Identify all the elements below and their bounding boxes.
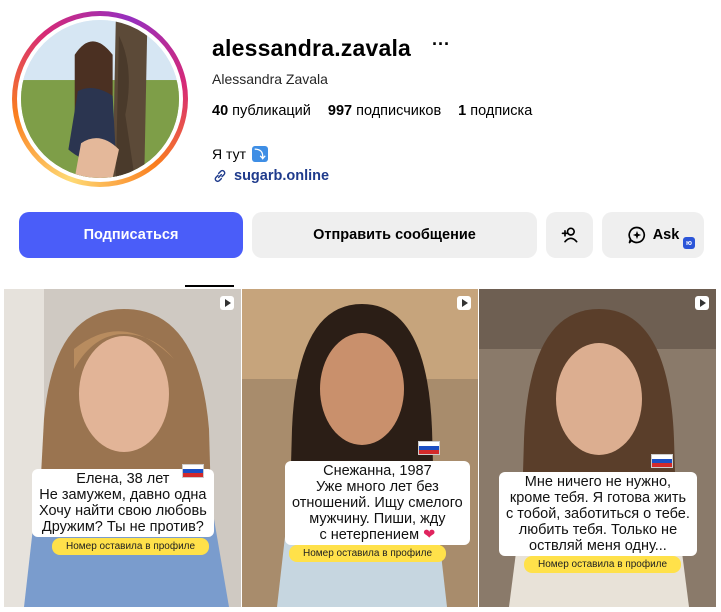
send-message-button[interactable]: Отправить сообщение [252,212,537,258]
more-options-icon[interactable]: ··· [432,34,450,55]
profile-full-name: Alessandra Zavala [212,71,328,87]
follow-button[interactable]: Подписаться [19,212,243,258]
followers-count-label: подписчиков [356,103,442,119]
posts-count: 40 публикаций [212,103,311,119]
link-icon [214,169,226,183]
caption-line: кроме тебя. Я готова жить [509,490,687,506]
heart-emoji-icon: ❤ [423,527,436,543]
reel-icon [220,296,234,310]
suggest-user-button[interactable] [546,212,593,258]
reel-icon [457,296,471,310]
ask-ai-button[interactable]: Ask ю [602,212,704,258]
caption-line: Мне ничего не нужно, [524,474,672,490]
active-tab-indicator [185,285,234,287]
avatar [21,20,179,178]
following-count[interactable]: 1 подписка [458,103,532,119]
post-caption: Елена, 38 лет Не замужем, давно одна Хоч… [32,469,214,537]
caption-line: с нетерпением ❤ [292,527,463,543]
caption-line: Снежанна, 1987 [323,463,432,479]
post-caption: Снежанна, 1987 Уже много лет без отношен… [285,461,470,545]
reel-icon [695,296,709,310]
ask-label: Ask [652,227,680,243]
caption-line: Хочу найти свою любовь [39,503,207,519]
phone-note-tag: Номер оставила в профиле [524,556,682,573]
posts-count-value: 40 [212,103,229,119]
caption-line: мужчину. Пиши, жду [309,511,446,527]
ai-badge-icon: ю [683,237,695,249]
bio-text: Я тут [212,146,246,162]
post-thumbnail[interactable]: Мне ничего не нужно, кроме тебя. Я готов… [479,289,716,607]
profile-bio: Я тут ⤵ [212,146,268,162]
profile-link[interactable]: sugarb.online [212,168,329,184]
avatar-photo [21,20,179,178]
caption-line-text: с нетерпением [319,527,420,543]
caption-line: Не замужем, давно одна [39,487,207,503]
post-photo [4,289,241,607]
profile-link-text: sugarb.online [234,168,330,184]
caption-line: с тобой, заботиться о тебе. [506,506,690,522]
post-caption: Мне ничего не нужно, кроме тебя. Я готов… [499,472,697,556]
profile-stats: 40 публикаций 997 подписчиков 1 подписка [212,103,532,119]
following-count-value: 1 [458,103,467,119]
followers-count-value: 997 [327,103,353,119]
caption-line: отношений. Ищу смелого [292,495,463,511]
followers-count[interactable]: 997 подписчиков [328,103,441,119]
profile-username: alessandra.zavala [212,35,412,61]
russian-flag-icon [418,441,440,455]
profile-avatar-ring[interactable] [12,11,188,187]
ai-chat-icon [628,226,645,244]
caption-line: любить тебя. Только не [518,522,678,538]
phone-note-tag: Номер оставила в профиле [52,538,210,555]
post-thumbnail[interactable]: Снежанна, 1987 Уже много лет без отношен… [242,289,478,607]
russian-flag-icon [651,454,673,468]
posts-count-label: публикаций [232,103,311,119]
avatar-border [17,16,183,182]
arrow-down-emoji-icon: ⤵ [251,146,268,162]
russian-flag-icon [182,464,204,478]
caption-line: оствляй меня одну... [529,538,667,554]
caption-line: Уже много лет без [315,479,439,495]
post-thumbnail[interactable]: Елена, 38 лет Не замужем, давно одна Хоч… [4,289,241,607]
caption-line: Дружим? Ты не против? [41,519,204,535]
phone-note-tag: Номер оставила в профиле [289,545,447,562]
add-person-icon [561,227,577,243]
following-count-label: подписка [470,103,533,119]
